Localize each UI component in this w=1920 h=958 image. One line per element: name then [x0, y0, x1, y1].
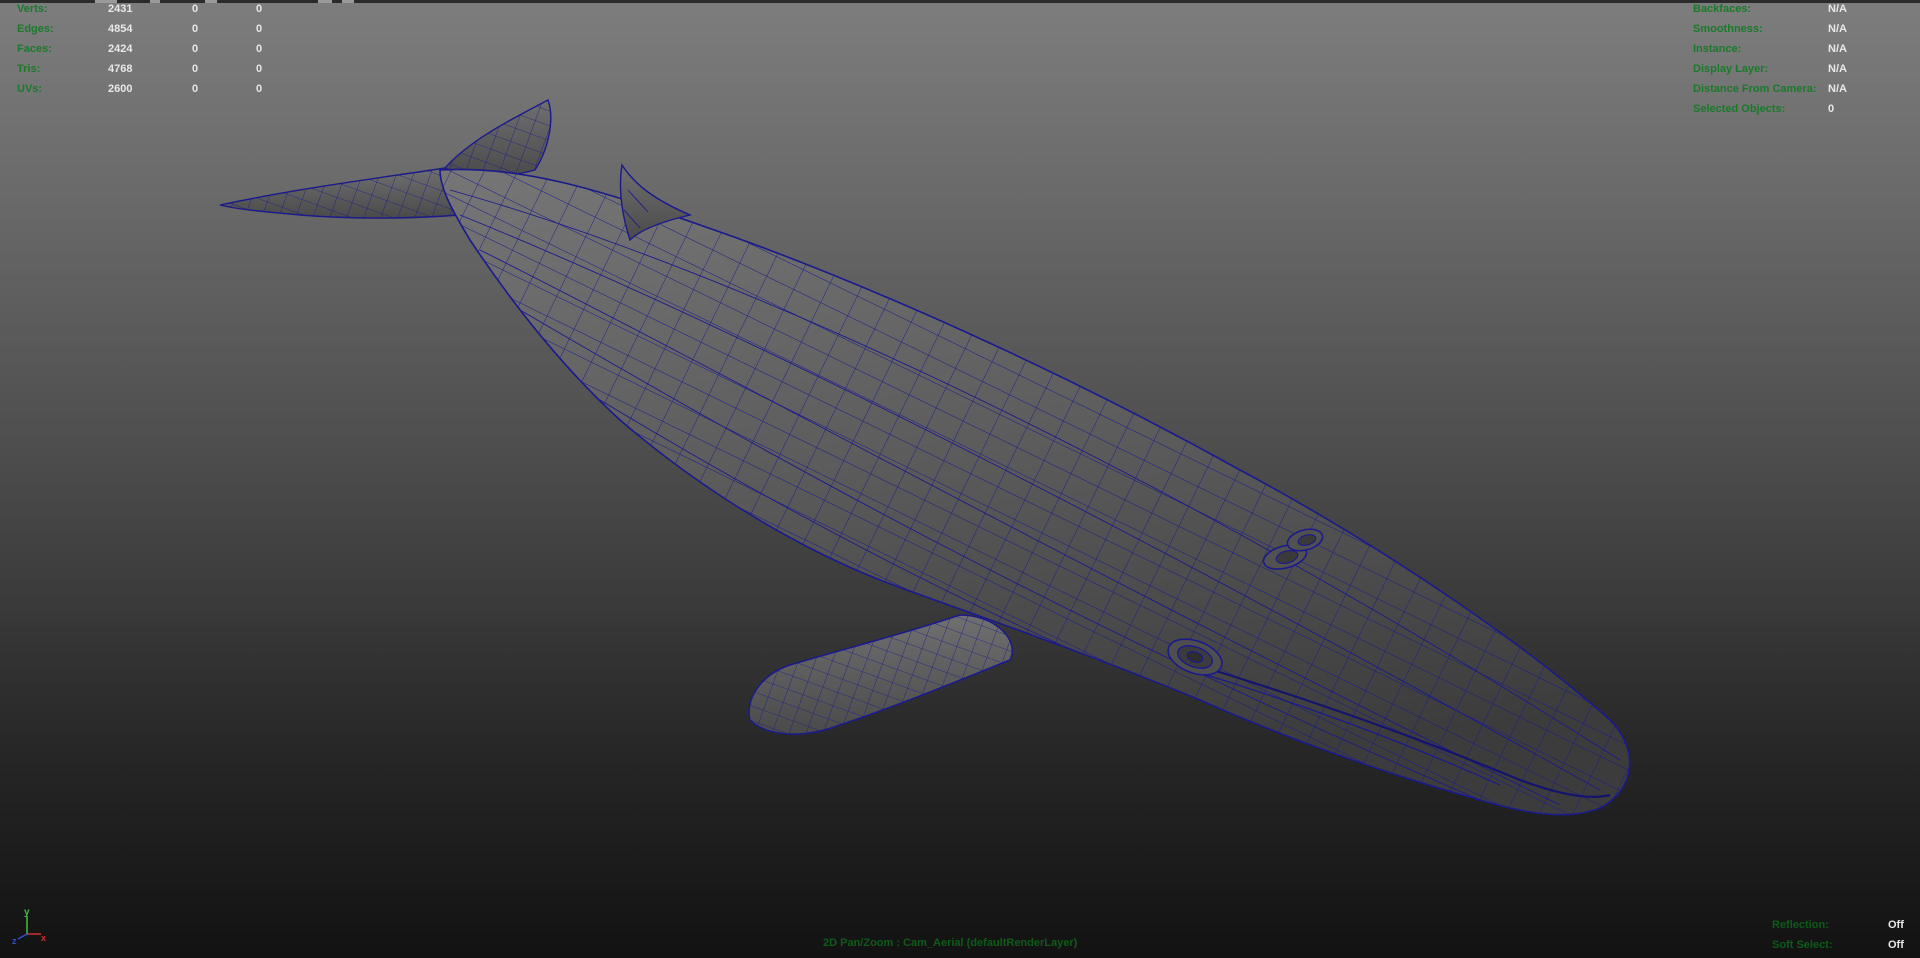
hud-label: UVs:	[17, 83, 43, 95]
hud-value: N/A	[1828, 63, 1847, 75]
hud-value: 0	[256, 63, 263, 75]
hud-value: 2600	[108, 83, 133, 95]
hud-label: Reflection:	[1772, 919, 1829, 931]
hud-value: 0	[256, 43, 263, 55]
hud-value: 0	[192, 63, 199, 75]
hud-value: 2431	[108, 3, 133, 15]
whale-pectoral-fin	[748, 614, 1013, 735]
hud-row-display-layer: Display Layer: N/A	[1693, 59, 1913, 79]
hud-value: Off	[1888, 919, 1904, 931]
hud-label: Display Layer:	[1693, 63, 1769, 75]
hud-row-smoothness: Smoothness: N/A	[1693, 19, 1913, 39]
camera-label: 2D Pan/Zoom : Cam_Aerial (defaultRenderL…	[823, 937, 1078, 949]
hud-label: Edges:	[17, 23, 54, 35]
hud-row-soft-select: Soft Select: Off	[1772, 935, 1912, 955]
hud-row-instance: Instance: N/A	[1693, 39, 1913, 59]
object-info-hud: Backfaces: N/A Smoothness: N/A Instance:…	[1693, 0, 1913, 119]
hud-value: 0	[256, 3, 263, 15]
hud-value: 0	[192, 3, 199, 15]
hud-row-edges: Edges: 4854 0 0	[17, 19, 277, 39]
whale-body	[439, 168, 1631, 816]
render-status-hud: Reflection: Off Soft Select: Off	[1772, 915, 1912, 955]
hud-label: Faces:	[17, 43, 52, 55]
hud-row-backfaces: Backfaces: N/A	[1693, 0, 1913, 19]
hud-value: 4768	[108, 63, 133, 75]
axis-x-label: x	[41, 933, 46, 943]
hud-value: Off	[1888, 939, 1904, 951]
hud-value: 0	[1828, 103, 1835, 115]
hud-label: Verts:	[17, 3, 48, 15]
whale-mesh[interactable]	[0, 0, 1920, 958]
hud-label: Tris:	[17, 63, 41, 75]
hud-value: N/A	[1828, 23, 1847, 35]
hud-row-uvs: UVs: 2600 0 0	[17, 79, 277, 99]
hud-value: 0	[192, 83, 199, 95]
hud-value: 4854	[108, 23, 133, 35]
hud-value: 0	[192, 43, 199, 55]
hud-value: 0	[256, 23, 263, 35]
poly-count-hud: Verts: 2431 0 0 Edges: 4854 0 0 Faces: 2…	[17, 0, 277, 99]
viewport-3d[interactable]: Verts: 2431 0 0 Edges: 4854 0 0 Faces: 2…	[0, 0, 1920, 958]
hud-label: Instance:	[1693, 43, 1742, 55]
hud-label: Distance From Camera:	[1693, 83, 1817, 95]
hud-row-verts: Verts: 2431 0 0	[17, 0, 277, 19]
hud-label: Backfaces:	[1693, 3, 1752, 15]
axis-z-label: z	[12, 936, 17, 946]
hud-row-faces: Faces: 2424 0 0	[17, 39, 277, 59]
hud-row-reflection: Reflection: Off	[1772, 915, 1912, 935]
hud-row-tris: Tris: 4768 0 0	[17, 59, 277, 79]
hud-value: 0	[192, 23, 199, 35]
hud-row-distance: Distance From Camera: N/A	[1693, 79, 1913, 99]
hud-row-selected-objects: Selected Objects: 0	[1693, 99, 1913, 119]
hud-value: N/A	[1828, 43, 1847, 55]
axis-y-label: y	[24, 907, 30, 918]
hud-value: N/A	[1828, 3, 1847, 15]
hud-label: Soft Select:	[1772, 939, 1833, 951]
hud-value: N/A	[1828, 83, 1847, 95]
hud-value: 0	[256, 83, 263, 95]
hud-label: Smoothness:	[1693, 23, 1763, 35]
axis-gizmo-icon: y x z	[12, 907, 46, 946]
hud-value: 2424	[108, 43, 133, 55]
hud-label: Selected Objects:	[1693, 103, 1786, 115]
